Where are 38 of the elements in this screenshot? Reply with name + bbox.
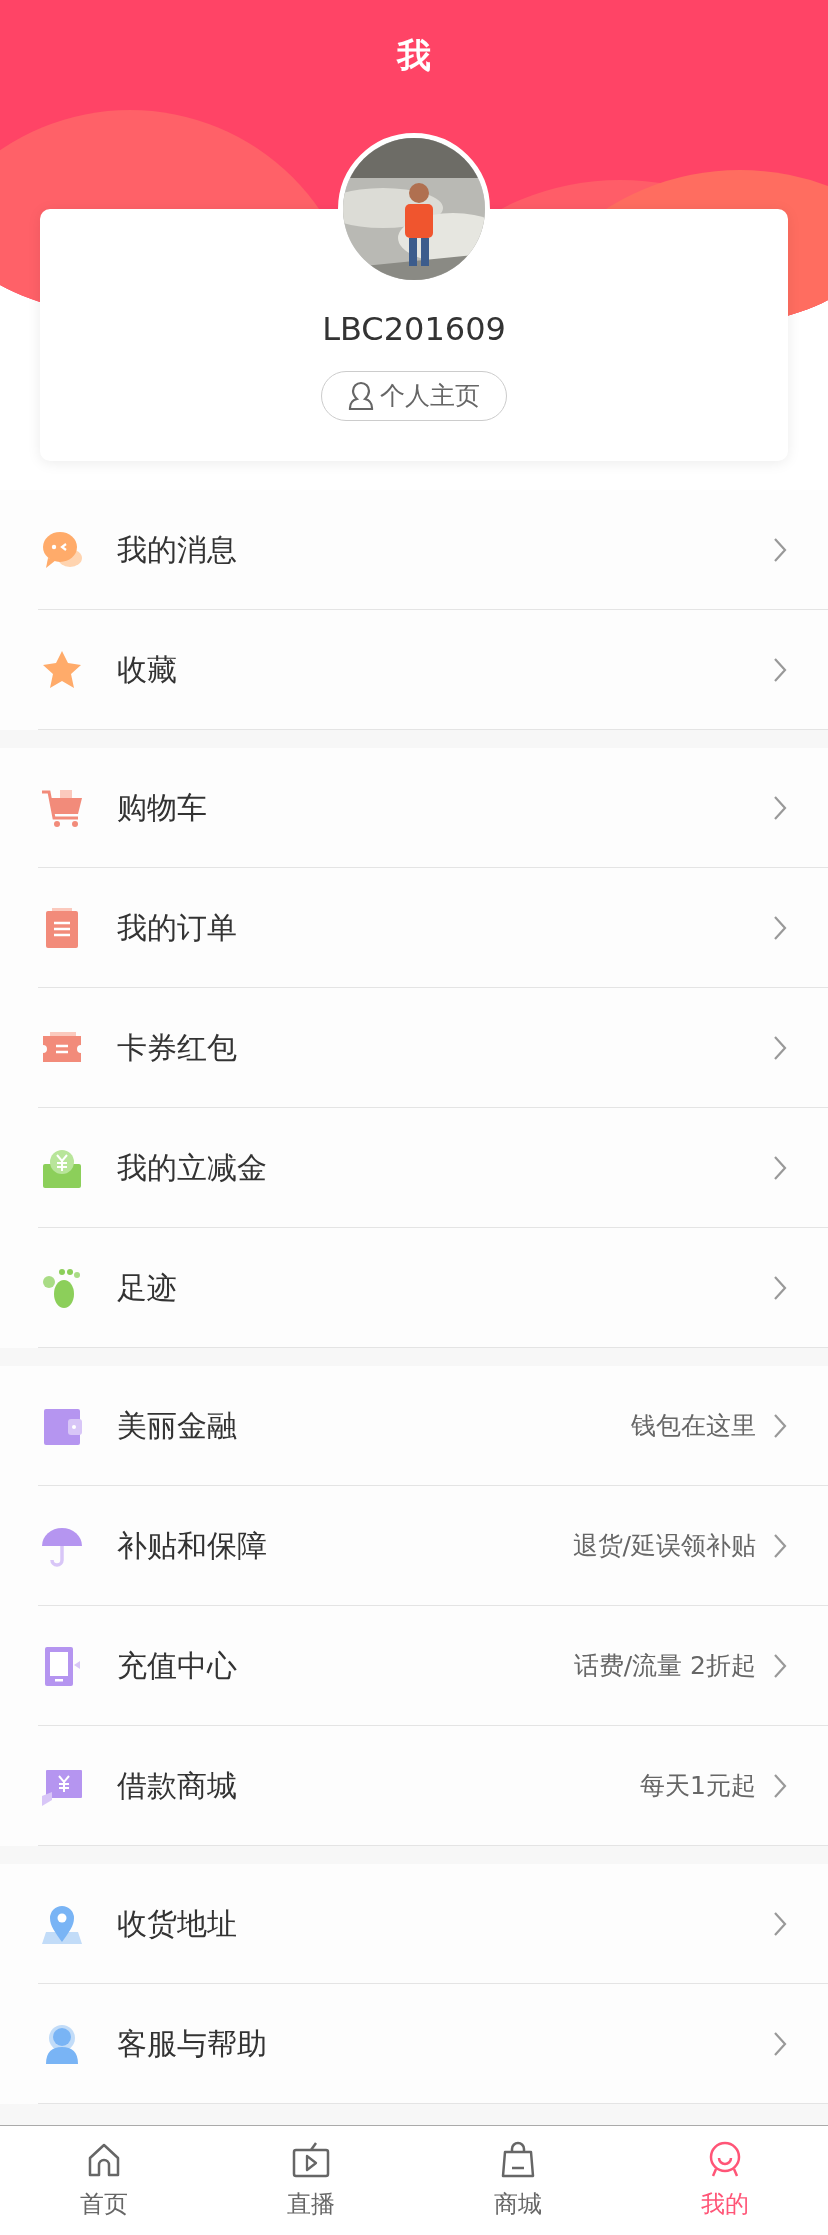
menu-hint: 退货/延误领补贴 — [572, 1529, 756, 1562]
menu-item[interactable]: 卡券红包 — [38, 988, 828, 1108]
menu-item[interactable]: 充值中心 话费/流量 2折起 — [38, 1606, 828, 1726]
menu-item[interactable]: 我的订单 — [38, 868, 828, 988]
menu-label: 收藏 — [117, 651, 177, 689]
menu-label: 卡券红包 — [117, 1029, 237, 1067]
menu-label: 补贴和保障 — [117, 1527, 267, 1565]
menu-label: 收货地址 — [117, 1905, 237, 1943]
menu-item[interactable]: 客服与帮助 — [38, 1984, 828, 2104]
page-title: 我 — [397, 34, 431, 77]
menu-item[interactable]: 收货地址 — [38, 1864, 828, 1984]
menu-label: 我的立减金 — [117, 1149, 267, 1187]
person-icon — [348, 381, 374, 411]
menu-item[interactable]: 收藏 — [38, 610, 828, 730]
homepage-button[interactable]: 个人主页 — [321, 371, 507, 421]
menu-label: 充值中心 — [117, 1647, 237, 1685]
menu-item[interactable]: 美丽金融 钱包在这里 — [38, 1366, 828, 1486]
menu-label: 我的消息 — [117, 531, 237, 569]
menu-item[interactable]: 足迹 — [38, 1228, 828, 1348]
menu-item[interactable]: 我的消息 — [38, 490, 828, 610]
menu-label: 借款商城 — [117, 1767, 237, 1805]
menu-label: 足迹 — [117, 1269, 177, 1307]
menu-hint: 每天1元起 — [640, 1769, 756, 1802]
menu-item[interactable]: 购物车 — [38, 748, 828, 868]
menu-hint: 钱包在这里 — [631, 1409, 756, 1442]
menu-item[interactable]: 我的立减金 — [38, 1108, 828, 1228]
menu-item[interactable]: 补贴和保障 退货/延误领补贴 — [38, 1486, 828, 1606]
menu-label: 美丽金融 — [117, 1407, 237, 1445]
tv-play-icon — [290, 2140, 331, 2180]
menu-hint: 话费/流量 2折起 — [573, 1649, 756, 1682]
menu-label: 购物车 — [117, 789, 207, 827]
menu-item[interactable]: 借款商城 每天1元起 — [38, 1726, 828, 1846]
tab[interactable]: 首页 — [0, 2126, 207, 2235]
menu-label: 客服与帮助 — [117, 2025, 267, 2063]
tab[interactable]: 商城 — [414, 2126, 621, 2235]
tab[interactable]: 直播 — [207, 2126, 414, 2235]
username: LBC201609 — [322, 309, 506, 349]
menu-label: 我的订单 — [117, 909, 237, 947]
